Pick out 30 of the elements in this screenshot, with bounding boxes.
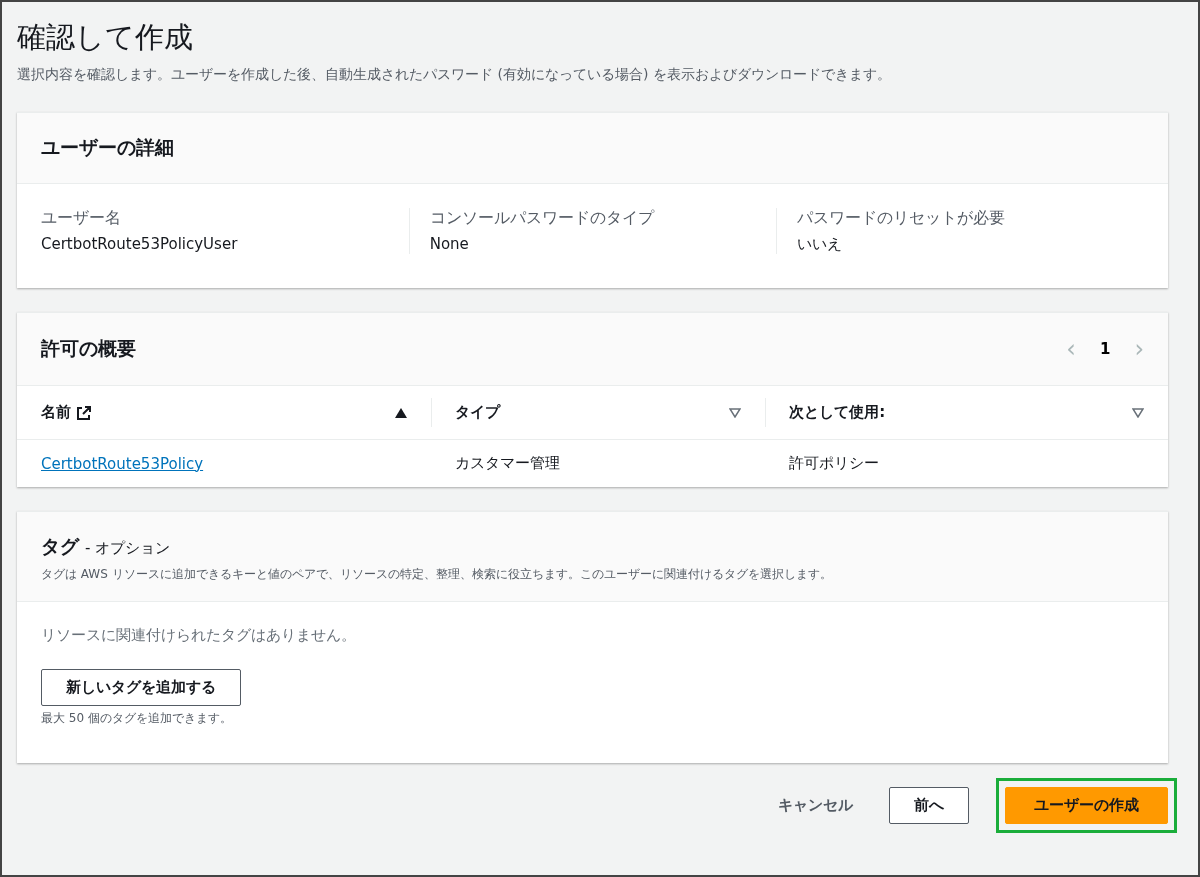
column-header[interactable]: 次として使用: — [789, 403, 886, 422]
external-link-icon — [77, 405, 91, 420]
sort-ascending-icon[interactable] — [395, 407, 408, 418]
page-number-button[interactable]: 1 — [1093, 339, 1117, 359]
table-cell: 許可ポリシー — [765, 439, 1168, 487]
page-title: 確認して作成 — [17, 19, 194, 56]
cancel-button[interactable]: キャンセル — [778, 788, 853, 823]
add-tag-button[interactable]: 新しいタグを追加する — [41, 669, 241, 706]
field-value: CertbotRoute53PolicyUser — [41, 235, 239, 253]
field-label: パスワードのリセットが必要 — [797, 208, 1007, 229]
sort-icon[interactable] — [729, 407, 742, 418]
policy-link[interactable]: CertbotRoute53Policy — [41, 454, 204, 473]
field-label: ユーザー名 — [41, 208, 122, 229]
sort-icon[interactable] — [1132, 407, 1144, 418]
card-title: 許可の概要 — [41, 336, 136, 361]
table-cell: カスタマー管理 — [431, 439, 766, 487]
create-user-button[interactable]: ユーザーの作成 — [1005, 787, 1168, 824]
back-button[interactable]: 前へ — [889, 787, 969, 824]
tags-description: タグは AWS リソースに追加できるキーと値のペアで、リソースの特定、整理、検索に役立ちます。このユーザーに関連付けるタグを選択します。 — [41, 566, 833, 583]
page-description: 選択内容を確認します。ユーザーを作成した後、自動生成されたパスワード (有効になっている場合) を表示およびダウンロードできます。 — [17, 66, 892, 84]
column-header[interactable]: 名前 — [41, 403, 71, 422]
limit-hint: 最大 50 個のタグを追加できます。 — [41, 710, 233, 727]
field-value: いいえ — [797, 235, 844, 254]
column-header[interactable]: タイプ — [455, 403, 501, 422]
card-title: タグ — [41, 534, 79, 559]
empty-message: リソースに関連付けられたタグはありません。 — [41, 626, 357, 645]
title-suffix: - オプション — [85, 539, 171, 558]
card-title: ユーザーの詳細 — [41, 135, 174, 160]
field-value: None — [429, 235, 470, 253]
field-label: コンソールパスワードのタイプ — [429, 208, 656, 229]
